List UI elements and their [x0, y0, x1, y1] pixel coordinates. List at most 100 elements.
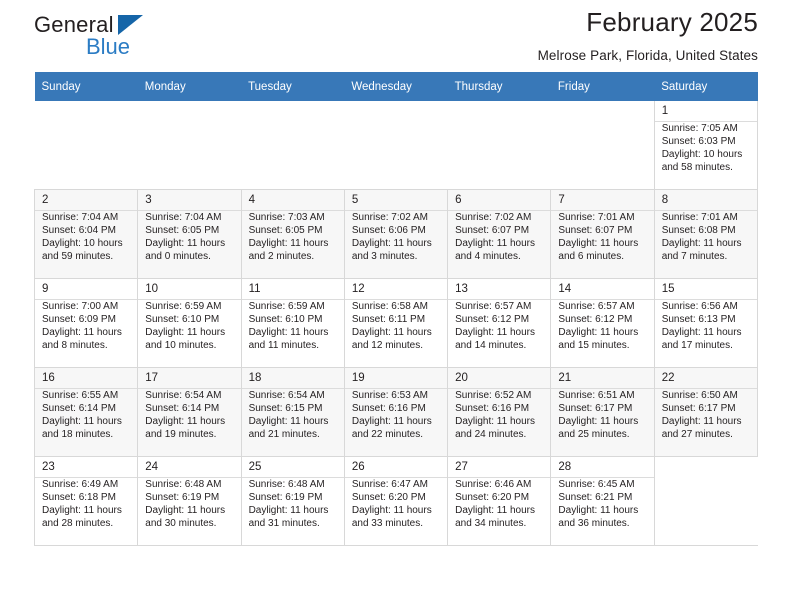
day-sun-info: Sunrise: 7:00 AM Sunset: 6:09 PM Daylight:… [35, 300, 137, 353]
page-subtitle: Melrose Park, Florida, United States [537, 47, 758, 63]
day-number: 17 [145, 372, 159, 384]
brand-triangle-icon [118, 15, 143, 35]
calendar-day-cell[interactable]: 21 Sunrise: 6:51 AM Sunset: 6:17 PM Dayligh… [550, 367, 655, 457]
day-sun-info: Sunrise: 6:54 AM Sunset: 6:14 PM Daylight:… [138, 389, 240, 442]
sunset-text: Sunset: 6:05 PM [145, 224, 220, 236]
day-sun-info: Sunrise: 6:45 AM Sunset: 6:21 PM Daylight:… [551, 478, 653, 531]
daylight-text-line2: and 33 minutes. [351, 518, 424, 530]
calendar-header-row: Sunday Monday Tuesday Wednesday Thursday… [34, 72, 758, 101]
calendar-day-cell[interactable]: 24 Sunrise: 6:48 AM Sunset: 6:19 PM Dayligh… [137, 456, 242, 546]
calendar-day-cell[interactable]: 7 Sunrise: 7:01 AM Sunset: 6:07 PM Daylight… [550, 189, 655, 279]
sunset-text: Sunset: 6:07 PM [455, 224, 530, 236]
calendar-day-cell[interactable]: 15 Sunrise: 6:56 AM Sunset: 6:13 PM Dayligh… [653, 278, 759, 368]
calendar-day-cell[interactable]: 11 Sunrise: 6:59 AM Sunset: 6:10 PM Dayligh… [240, 278, 345, 368]
sunset-text: Sunset: 6:14 PM [42, 402, 116, 414]
daylight-text-line2: and 6 minutes. [558, 251, 625, 263]
day-number: 23 [42, 461, 55, 473]
calendar-day-cell[interactable]: 17 Sunrise: 6:54 AM Sunset: 6:14 PM Dayligh… [137, 367, 242, 457]
sunset-text: Sunset: 6:18 PM [42, 491, 116, 503]
daylight-text-line2: and 8 minutes. [42, 340, 108, 352]
sunset-text: Sunset: 6:20 PM [455, 491, 530, 503]
daylight-text-line1: Daylight: 11 hours [248, 238, 329, 250]
calendar-day-cell[interactable]: 22 Sunrise: 6:50 AM Sunset: 6:17 PM Dayligh… [653, 367, 759, 457]
calendar-day-cell[interactable]: 16 Sunrise: 6:55 AM Sunset: 6:14 PM Dayligh… [33, 367, 139, 457]
calendar-day-cell[interactable]: 8 Sunrise: 7:01 AM Sunset: 6:08 PM Daylight… [653, 189, 759, 279]
day-number: 19 [351, 372, 365, 384]
daylight-text-line2: and 12 minutes. [351, 340, 424, 352]
day-number: 21 [558, 372, 572, 384]
daylight-text-line1: Daylight: 11 hours [661, 327, 742, 339]
sunrise-text: Sunrise: 7:05 AM [661, 122, 738, 134]
calendar-day-cell[interactable]: 19 Sunrise: 6:53 AM Sunset: 6:16 PM Dayligh… [343, 367, 449, 457]
sunset-text: Sunset: 6:13 PM [661, 313, 736, 325]
calendar-day-cell[interactable]: 3 Sunrise: 7:04 AM Sunset: 6:05 PM Daylight… [137, 189, 242, 279]
calendar-day-cell[interactable]: 2 Sunrise: 7:04 AM Sunset: 6:04 PM Daylight… [33, 189, 139, 279]
day-sun-info: Sunrise: 7:02 AM Sunset: 6:06 PM Daylight:… [345, 211, 447, 264]
daylight-text-line1: Daylight: 11 hours [351, 238, 432, 250]
sunset-text: Sunset: 6:17 PM [558, 402, 633, 414]
weekday-header-tuesday: Tuesday [241, 72, 345, 101]
daylight-text-line2: and 36 minutes. [558, 518, 630, 530]
calendar-cell-empty [344, 101, 448, 190]
calendar-day-cell[interactable]: 12 Sunrise: 6:58 AM Sunset: 6:11 PM Dayligh… [343, 278, 449, 368]
daylight-text-line2: and 19 minutes. [145, 429, 217, 441]
calendar-day-cell[interactable]: 26 Sunrise: 6:47 AM Sunset: 6:20 PM Dayligh… [343, 456, 449, 546]
day-sun-info: Sunrise: 6:53 AM Sunset: 6:16 PM Daylight:… [345, 389, 447, 442]
sunset-text: Sunset: 6:10 PM [248, 313, 323, 325]
daylight-text-line1: Daylight: 11 hours [661, 238, 742, 250]
sunrise-text: Sunrise: 6:56 AM [661, 300, 738, 312]
day-number: 10 [145, 283, 159, 295]
day-sun-info: Sunrise: 7:04 AM Sunset: 6:05 PM Daylight:… [138, 211, 240, 264]
day-number: 12 [351, 283, 365, 295]
daylight-text-line1: Daylight: 11 hours [558, 505, 639, 517]
day-sun-info: Sunrise: 6:59 AM Sunset: 6:10 PM Daylight:… [242, 300, 344, 353]
sunset-text: Sunset: 6:16 PM [455, 402, 530, 414]
calendar-cell-empty [550, 101, 655, 190]
daylight-text-line1: Daylight: 11 hours [145, 238, 226, 250]
calendar-day-cell[interactable]: 10 Sunrise: 6:59 AM Sunset: 6:10 PM Dayligh… [137, 278, 242, 368]
daylight-text-line2: and 11 minutes. [248, 340, 319, 352]
calendar-day-cell[interactable]: 5 Sunrise: 7:02 AM Sunset: 6:06 PM Daylight… [343, 189, 449, 279]
day-sun-info: Sunrise: 6:59 AM Sunset: 6:10 PM Daylight:… [138, 300, 240, 353]
calendar-day-cell[interactable]: 28 Sunrise: 6:45 AM Sunset: 6:21 PM Dayligh… [550, 456, 655, 546]
daylight-text-line1: Daylight: 11 hours [145, 416, 226, 428]
calendar-cell-empty [137, 101, 242, 190]
calendar-day-cell[interactable]: 6 Sunrise: 7:02 AM Sunset: 6:07 PM Daylight… [447, 189, 552, 279]
daylight-text-line1: Daylight: 11 hours [351, 416, 432, 428]
daylight-text-line1: Daylight: 11 hours [248, 327, 329, 339]
calendar-day-cell[interactable]: 23 Sunrise: 6:49 AM Sunset: 6:18 PM Dayligh… [33, 456, 139, 546]
day-sun-info: Sunrise: 7:03 AM Sunset: 6:05 PM Daylight:… [242, 211, 344, 264]
calendar-day-cell[interactable]: 25 Sunrise: 6:48 AM Sunset: 6:19 PM Dayligh… [240, 456, 345, 546]
calendar-week-row: 1 Sunrise: 7:05 AM Sunset: 6:03 PM Daylight… [34, 101, 759, 190]
calendar-cell-empty [34, 101, 138, 190]
daylight-text-line2: and 24 minutes. [455, 429, 527, 441]
calendar-day-cell[interactable]: 13 Sunrise: 6:57 AM Sunset: 6:12 PM Dayligh… [447, 278, 552, 368]
day-number: 25 [248, 461, 262, 473]
daylight-text-line1: Daylight: 11 hours [455, 238, 535, 250]
day-number: 8 [661, 194, 669, 206]
sunrise-text: Sunrise: 6:58 AM [351, 300, 428, 312]
brand-logo[interactable]: General Blue [34, 10, 214, 62]
calendar-day-cell[interactable]: 1 Sunrise: 7:05 AM Sunset: 6:03 PM Daylight… [653, 101, 759, 190]
calendar-week-row: 16 Sunrise: 6:55 AM Sunset: 6:14 PM Dayligh… [33, 367, 759, 457]
calendar-body: 1 Sunrise: 7:05 AM Sunset: 6:03 PM Daylight… [33, 101, 759, 546]
day-sun-info: Sunrise: 7:02 AM Sunset: 6:07 PM Daylight:… [448, 211, 550, 264]
calendar-cell-empty [241, 101, 345, 190]
day-number: 11 [248, 283, 261, 295]
calendar-day-cell[interactable]: 18 Sunrise: 6:54 AM Sunset: 6:15 PM Dayligh… [240, 367, 345, 457]
calendar-table: Sunday Monday Tuesday Wednesday Thursday… [33, 72, 759, 546]
calendar-day-cell[interactable]: 20 Sunrise: 6:52 AM Sunset: 6:16 PM Dayligh… [447, 367, 552, 457]
calendar-day-cell[interactable]: 27 Sunrise: 6:46 AM Sunset: 6:20 PM Dayligh… [447, 456, 552, 546]
daylight-text-line2: and 18 minutes. [42, 429, 114, 441]
calendar-page: General Blue February 2025 Melrose Park,… [0, 0, 792, 612]
weekday-header-wednesday: Wednesday [344, 72, 448, 101]
calendar-day-cell[interactable]: 14 Sunrise: 6:57 AM Sunset: 6:12 PM Dayligh… [550, 278, 655, 368]
daylight-text-line2: and 7 minutes. [661, 251, 728, 263]
daylight-text-line2: and 4 minutes. [455, 251, 521, 263]
daylight-text-line1: Daylight: 11 hours [558, 238, 639, 250]
sunrise-text: Sunrise: 6:50 AM [661, 389, 738, 401]
calendar-cell-empty [654, 456, 758, 546]
calendar-day-cell[interactable]: 4 Sunrise: 7:03 AM Sunset: 6:05 PM Daylight… [240, 189, 345, 279]
calendar-day-cell[interactable]: 9 Sunrise: 7:00 AM Sunset: 6:09 PM Daylight… [33, 278, 139, 368]
calendar-week-row: 2 Sunrise: 7:04 AM Sunset: 6:04 PM Daylight… [33, 189, 759, 279]
